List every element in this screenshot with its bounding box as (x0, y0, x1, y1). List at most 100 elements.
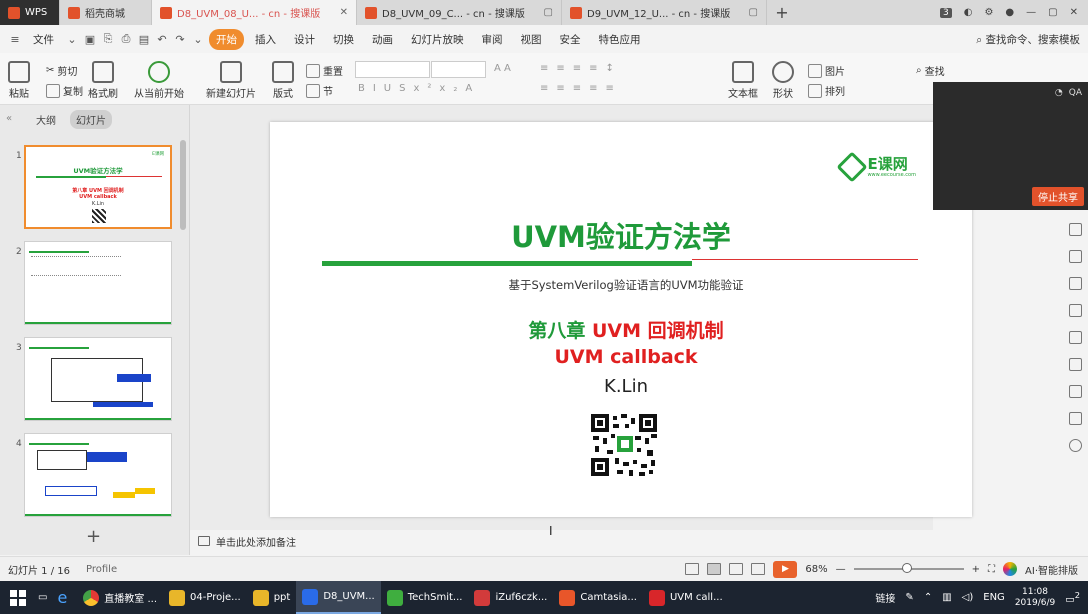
menu-icon[interactable]: ≡ (8, 32, 22, 46)
windows-start-icon[interactable] (10, 589, 26, 606)
language-indicator[interactable]: ENG (983, 592, 1005, 603)
zoom-in-icon[interactable]: + (972, 564, 980, 575)
template-icon[interactable] (1068, 250, 1082, 263)
menu-security[interactable]: 安全 (553, 29, 588, 50)
paragraph-icons[interactable]: ≡≡≡≡↕ (540, 63, 622, 74)
section-button[interactable]: 节 (306, 83, 333, 98)
paste-button[interactable]: 粘贴 (8, 61, 30, 100)
stop-share-button[interactable]: 停止共享 (1032, 187, 1084, 206)
restore-icon[interactable]: ▢ (749, 7, 758, 18)
fit-window-icon[interactable]: ⛶ (988, 564, 995, 575)
layout-button[interactable]: 版式 (272, 61, 294, 100)
menu-features[interactable]: 特色应用 (592, 29, 648, 50)
taskbar-app[interactable]: UVM call... (643, 581, 729, 614)
font-name-select[interactable] (355, 61, 430, 78)
minimize-icon[interactable]: — (1026, 7, 1036, 18)
arrange-button[interactable]: 排列 (808, 83, 845, 98)
link-label[interactable]: 链接 (875, 590, 895, 605)
audio-icon[interactable] (1068, 385, 1082, 398)
window-count-badge[interactable]: 3 (939, 7, 952, 18)
transition-icon[interactable] (1068, 304, 1082, 317)
slide-thumbnail-row[interactable]: 2 (8, 241, 178, 326)
picture-icon[interactable] (1068, 358, 1082, 371)
reset-button[interactable]: 重置 (306, 63, 343, 78)
clock[interactable]: 11:08 2019/6/9 (1015, 587, 1055, 609)
preview-icon[interactable]: ▤ (137, 32, 151, 46)
tab-store[interactable]: 稻壳商城 (60, 0, 152, 25)
properties-icon[interactable] (1068, 223, 1082, 236)
taskbar-app[interactable]: TechSmit... (381, 581, 469, 614)
normal-view-icon[interactable] (707, 563, 722, 575)
tab-document[interactable]: D8_UVM_09_C... - cn - 搜课版 ▢ (357, 0, 562, 25)
share-icon[interactable] (1068, 331, 1082, 344)
cut-button[interactable]: ✂ 剪切 (46, 63, 77, 78)
zoom-out-icon[interactable]: — (836, 564, 846, 575)
sorter-view-icon[interactable] (729, 563, 744, 575)
slide-main[interactable]: E课网 www.eecourse.com UVM验证方法学 基于SystemVe… (270, 122, 972, 517)
customize-icon[interactable]: ⌄ (191, 32, 205, 46)
qa-icon[interactable]: QA (1069, 88, 1082, 98)
volume-icon[interactable]: ◁) (962, 592, 974, 603)
chevron-up-icon[interactable]: ⌃ (924, 592, 932, 603)
zoom-slider-knob[interactable] (901, 563, 912, 573)
edge-browser-icon[interactable]: e (57, 588, 67, 607)
animation-icon[interactable] (1068, 277, 1082, 290)
slide-thumbnail-row[interactable]: 4 (8, 433, 178, 518)
menu-design[interactable]: 设计 (287, 29, 322, 50)
taskbar-app-active[interactable]: D8_UVM... (296, 581, 381, 614)
skin-icon[interactable]: ◐ (964, 7, 973, 18)
format-painter-button[interactable]: 格式刷 (88, 61, 118, 100)
menu-file[interactable]: 文件 (26, 29, 61, 50)
shape-button[interactable]: 形状 (772, 61, 794, 100)
tab-document-active[interactable]: D8_UVM_08_U... - cn - 搜课版 ✕ (152, 0, 357, 25)
copy-button[interactable]: 复制 (46, 83, 83, 98)
network-icon[interactable]: ▥ (942, 592, 951, 603)
slide-thumbnail-2[interactable] (24, 241, 172, 325)
align-icons[interactable]: ≡≡≡≡≡ (540, 83, 622, 94)
add-slide-button[interactable]: + (86, 526, 101, 547)
textbox-button[interactable]: 文本框 (728, 61, 758, 100)
slide-thumbnail-4[interactable] (24, 433, 172, 517)
search-commands[interactable]: ⌕ 查找命令、搜索模板 (976, 32, 1088, 47)
export-icon[interactable]: ⎘ (101, 32, 115, 46)
backup-icon[interactable] (1068, 412, 1082, 425)
ai-layout-label[interactable]: AI·智能排版 (1025, 562, 1078, 577)
from-current-button[interactable]: 从当前开始 (134, 61, 184, 100)
zoom-level[interactable]: 68% (805, 564, 827, 575)
reading-view-icon[interactable] (751, 563, 766, 575)
task-view-icon[interactable]: ▭ (38, 592, 47, 603)
tab-document[interactable]: D9_UVM_12_U... - cn - 搜课版 ▢ (562, 0, 767, 25)
picture-button[interactable]: 图片 (808, 63, 845, 78)
new-tab-button[interactable]: + (767, 0, 797, 25)
help-icon[interactable] (1068, 439, 1082, 452)
settings-icon[interactable]: ⚙ (984, 7, 993, 18)
close-icon[interactable]: ✕ (1070, 7, 1078, 18)
slide-thumbnail-1[interactable]: E课网 UVM验证方法学 第八章 UVM 回调机制 UVM callback K… (24, 145, 172, 229)
redo-icon[interactable]: ↷ (173, 32, 187, 46)
undo-icon[interactable]: ↶ (155, 32, 169, 46)
profile-label[interactable]: Profile (70, 564, 117, 575)
new-slide-button[interactable]: 新建幻灯片 (206, 61, 256, 100)
user-icon[interactable]: ● (1005, 7, 1014, 18)
menu-transition[interactable]: 切换 (326, 29, 361, 50)
chevron-down-icon[interactable]: ⌄ (65, 32, 79, 46)
close-tab-icon[interactable]: ✕ (340, 7, 348, 18)
slide-thumbnail-row[interactable]: 1 E课网 UVM验证方法学 第八章 UVM 回调机制 UVM callback… (8, 145, 178, 230)
menu-slideshow[interactable]: 幻灯片放映 (404, 29, 471, 50)
pen-icon[interactable]: ✎ (905, 592, 913, 603)
panel-scrollbar[interactable] (180, 140, 186, 230)
taskbar-app[interactable]: iZuf6czk... (468, 581, 553, 614)
taskbar-app[interactable]: ppt (247, 581, 297, 614)
slide-thumbnail-3[interactable] (24, 337, 172, 421)
print-icon[interactable]: ⎙ (119, 32, 133, 46)
menu-review[interactable]: 审阅 (475, 29, 510, 50)
collapse-panel-icon[interactable]: « (6, 113, 12, 124)
slide-thumbnail-row[interactable]: 3 (8, 337, 178, 422)
restore-icon[interactable]: ▢ (544, 7, 553, 18)
menu-animation[interactable]: 动画 (365, 29, 400, 50)
tab-slides[interactable]: 幻灯片 (70, 109, 112, 129)
taskbar-app[interactable]: 04-Proje... (163, 581, 247, 614)
menu-home[interactable]: 开始 (209, 28, 244, 50)
menu-view[interactable]: 视图 (514, 29, 549, 50)
font-grow-icon[interactable]: A A (494, 63, 511, 74)
